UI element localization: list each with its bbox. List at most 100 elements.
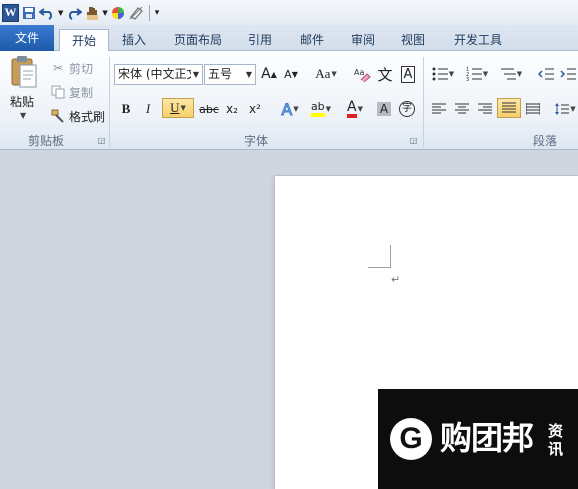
align-center-button[interactable] <box>452 99 472 119</box>
decrease-indent-icon <box>538 68 554 80</box>
clear-formatting-button[interactable]: Aa <box>352 64 372 84</box>
font-dialog-launcher[interactable]: ◲ <box>409 136 418 145</box>
paste-icon[interactable] <box>10 55 38 89</box>
numbering-icon: 123 <box>466 67 482 81</box>
character-border-button[interactable]: A <box>398 64 418 84</box>
numbering-button[interactable]: 1 2 3 ▼ <box>463 64 491 84</box>
tab-developer[interactable]: 开发工具 <box>447 29 509 51</box>
text-effects-button[interactable]: A ▼ <box>276 99 304 119</box>
word-app-icon[interactable]: W <box>2 3 19 22</box>
hand-touch-icon[interactable] <box>85 4 99 22</box>
enclose-characters-icon: 字 <box>399 101 415 117</box>
justify-icon <box>502 102 516 113</box>
highlighter-icon: ab <box>310 101 325 117</box>
decrease-indent-button[interactable] <box>536 64 556 84</box>
paragraph-mark: ↵ <box>391 273 401 286</box>
underline-dropdown-arrow[interactable]: ▼ <box>181 104 186 112</box>
watermark-brand-text: 购团邦 <box>440 419 534 457</box>
tab-review[interactable]: 审阅 <box>343 29 383 51</box>
group-divider <box>109 57 110 147</box>
shrink-font-button[interactable]: A ▼ <box>282 64 300 84</box>
line-spacing-icon <box>555 103 570 115</box>
svg-text:Aa: Aa <box>354 68 364 77</box>
character-border-icon: A <box>400 65 416 83</box>
copy-button[interactable]: 复制 <box>50 83 93 101</box>
align-left-icon <box>432 103 446 114</box>
phonetic-guide-button[interactable]: 文 <box>375 64 395 84</box>
multilevel-list-icon <box>500 68 516 80</box>
hand-dropdown-arrow[interactable]: ▼ <box>102 4 107 22</box>
undo-icon[interactable] <box>39 4 55 22</box>
font-name-combo[interactable]: 宋体 (中文正文 ▼ <box>114 64 203 85</box>
cut-label: 剪切 <box>69 61 94 76</box>
clear-formatting-icon: Aa <box>354 68 371 82</box>
svg-text:3: 3 <box>466 77 469 81</box>
undo-dropdown-arrow[interactable]: ▼ <box>58 4 63 22</box>
strikethrough-button[interactable]: abc <box>198 99 220 119</box>
copy-icon <box>50 84 66 100</box>
multilevel-list-button[interactable]: ▼ <box>497 64 525 84</box>
color-wheel-icon[interactable] <box>111 4 125 22</box>
font-color-button[interactable]: A ▼ <box>340 99 370 119</box>
format-painter-label: 格式刷 <box>69 109 106 124</box>
align-right-icon <box>478 103 492 114</box>
text-effects-icon: A <box>281 99 293 119</box>
font-size-combo[interactable]: 五号 ▼ <box>204 64 256 85</box>
tab-view[interactable]: 视图 <box>393 29 433 51</box>
font-size-dropdown-arrow[interactable]: ▼ <box>246 65 252 84</box>
watermark-logo: G <box>390 418 432 460</box>
copy-label: 复制 <box>69 85 94 100</box>
distributed-icon <box>526 103 540 115</box>
font-color-icon: A <box>347 100 357 118</box>
align-left-button[interactable] <box>429 99 449 119</box>
tab-references[interactable]: 引用 <box>240 29 280 51</box>
eraser-icon[interactable] <box>128 4 144 22</box>
font-size-value: 五号 <box>208 67 233 81</box>
tab-insert[interactable]: 插入 <box>113 29 155 51</box>
subscript-button[interactable]: x₂ <box>222 99 242 119</box>
paste-dropdown-arrow[interactable]: ▼ <box>20 111 26 120</box>
scissors-icon: ✂ <box>52 61 64 75</box>
line-spacing-button[interactable]: ▼ <box>553 99 578 119</box>
save-icon[interactable] <box>22 4 36 22</box>
highlight-color-button[interactable]: ab ▼ <box>306 99 336 119</box>
align-right-button[interactable] <box>475 99 495 119</box>
increase-indent-icon <box>560 68 576 80</box>
italic-button[interactable]: I <box>138 99 158 119</box>
grow-font-icon: A <box>261 66 271 82</box>
format-painter-button[interactable]: 格式刷 <box>50 107 105 125</box>
paste-button-label[interactable]: 粘贴 <box>10 93 34 110</box>
justify-button[interactable] <box>497 98 521 118</box>
tab-file[interactable]: 文件 <box>0 25 54 51</box>
tab-home[interactable]: 开始 <box>59 29 109 52</box>
align-center-icon <box>455 103 469 114</box>
tab-page-layout[interactable]: 页面布局 <box>166 29 230 51</box>
redo-icon[interactable] <box>66 4 83 22</box>
tab-mailings[interactable]: 邮件 <box>292 29 332 51</box>
grow-font-button[interactable]: A ▲ <box>260 64 278 84</box>
clipboard-dialog-launcher[interactable]: ◲ <box>97 136 106 145</box>
bold-button[interactable]: B <box>116 99 136 119</box>
quick-access-toolbar: W ▼ ▼ ▾ <box>0 0 578 25</box>
cut-button[interactable]: ✂ 剪切 <box>50 59 93 77</box>
character-shading-button[interactable]: A <box>374 99 394 119</box>
ribbon-tab-bar: 文件 开始 插入 页面布局 引用 邮件 审阅 视图 开发工具 <box>0 25 578 52</box>
enclose-characters-button[interactable]: 字 <box>397 99 417 119</box>
group-divider <box>423 57 424 147</box>
underline-button[interactable]: U ▼ <box>162 98 194 118</box>
page-margin-corner-mark <box>368 245 391 268</box>
italic-icon: I <box>145 101 151 116</box>
character-shading-icon: A <box>376 102 392 116</box>
subscript-icon: x₂ <box>226 102 238 116</box>
bullets-button[interactable]: ▼ <box>429 64 457 84</box>
increase-indent-button[interactable] <box>558 64 578 84</box>
superscript-button[interactable]: x² <box>245 99 265 119</box>
underline-icon: U <box>170 100 180 115</box>
distributed-button[interactable] <box>523 99 543 119</box>
strikethrough-icon: abc <box>199 102 219 116</box>
font-name-dropdown-arrow[interactable]: ▼ <box>190 65 199 84</box>
customize-toolbar-arrow[interactable]: ▾ <box>155 4 160 22</box>
change-case-button[interactable]: Aa ▼ <box>312 64 340 84</box>
shrink-font-icon: A <box>284 67 292 81</box>
toolbar-separator <box>148 4 150 21</box>
